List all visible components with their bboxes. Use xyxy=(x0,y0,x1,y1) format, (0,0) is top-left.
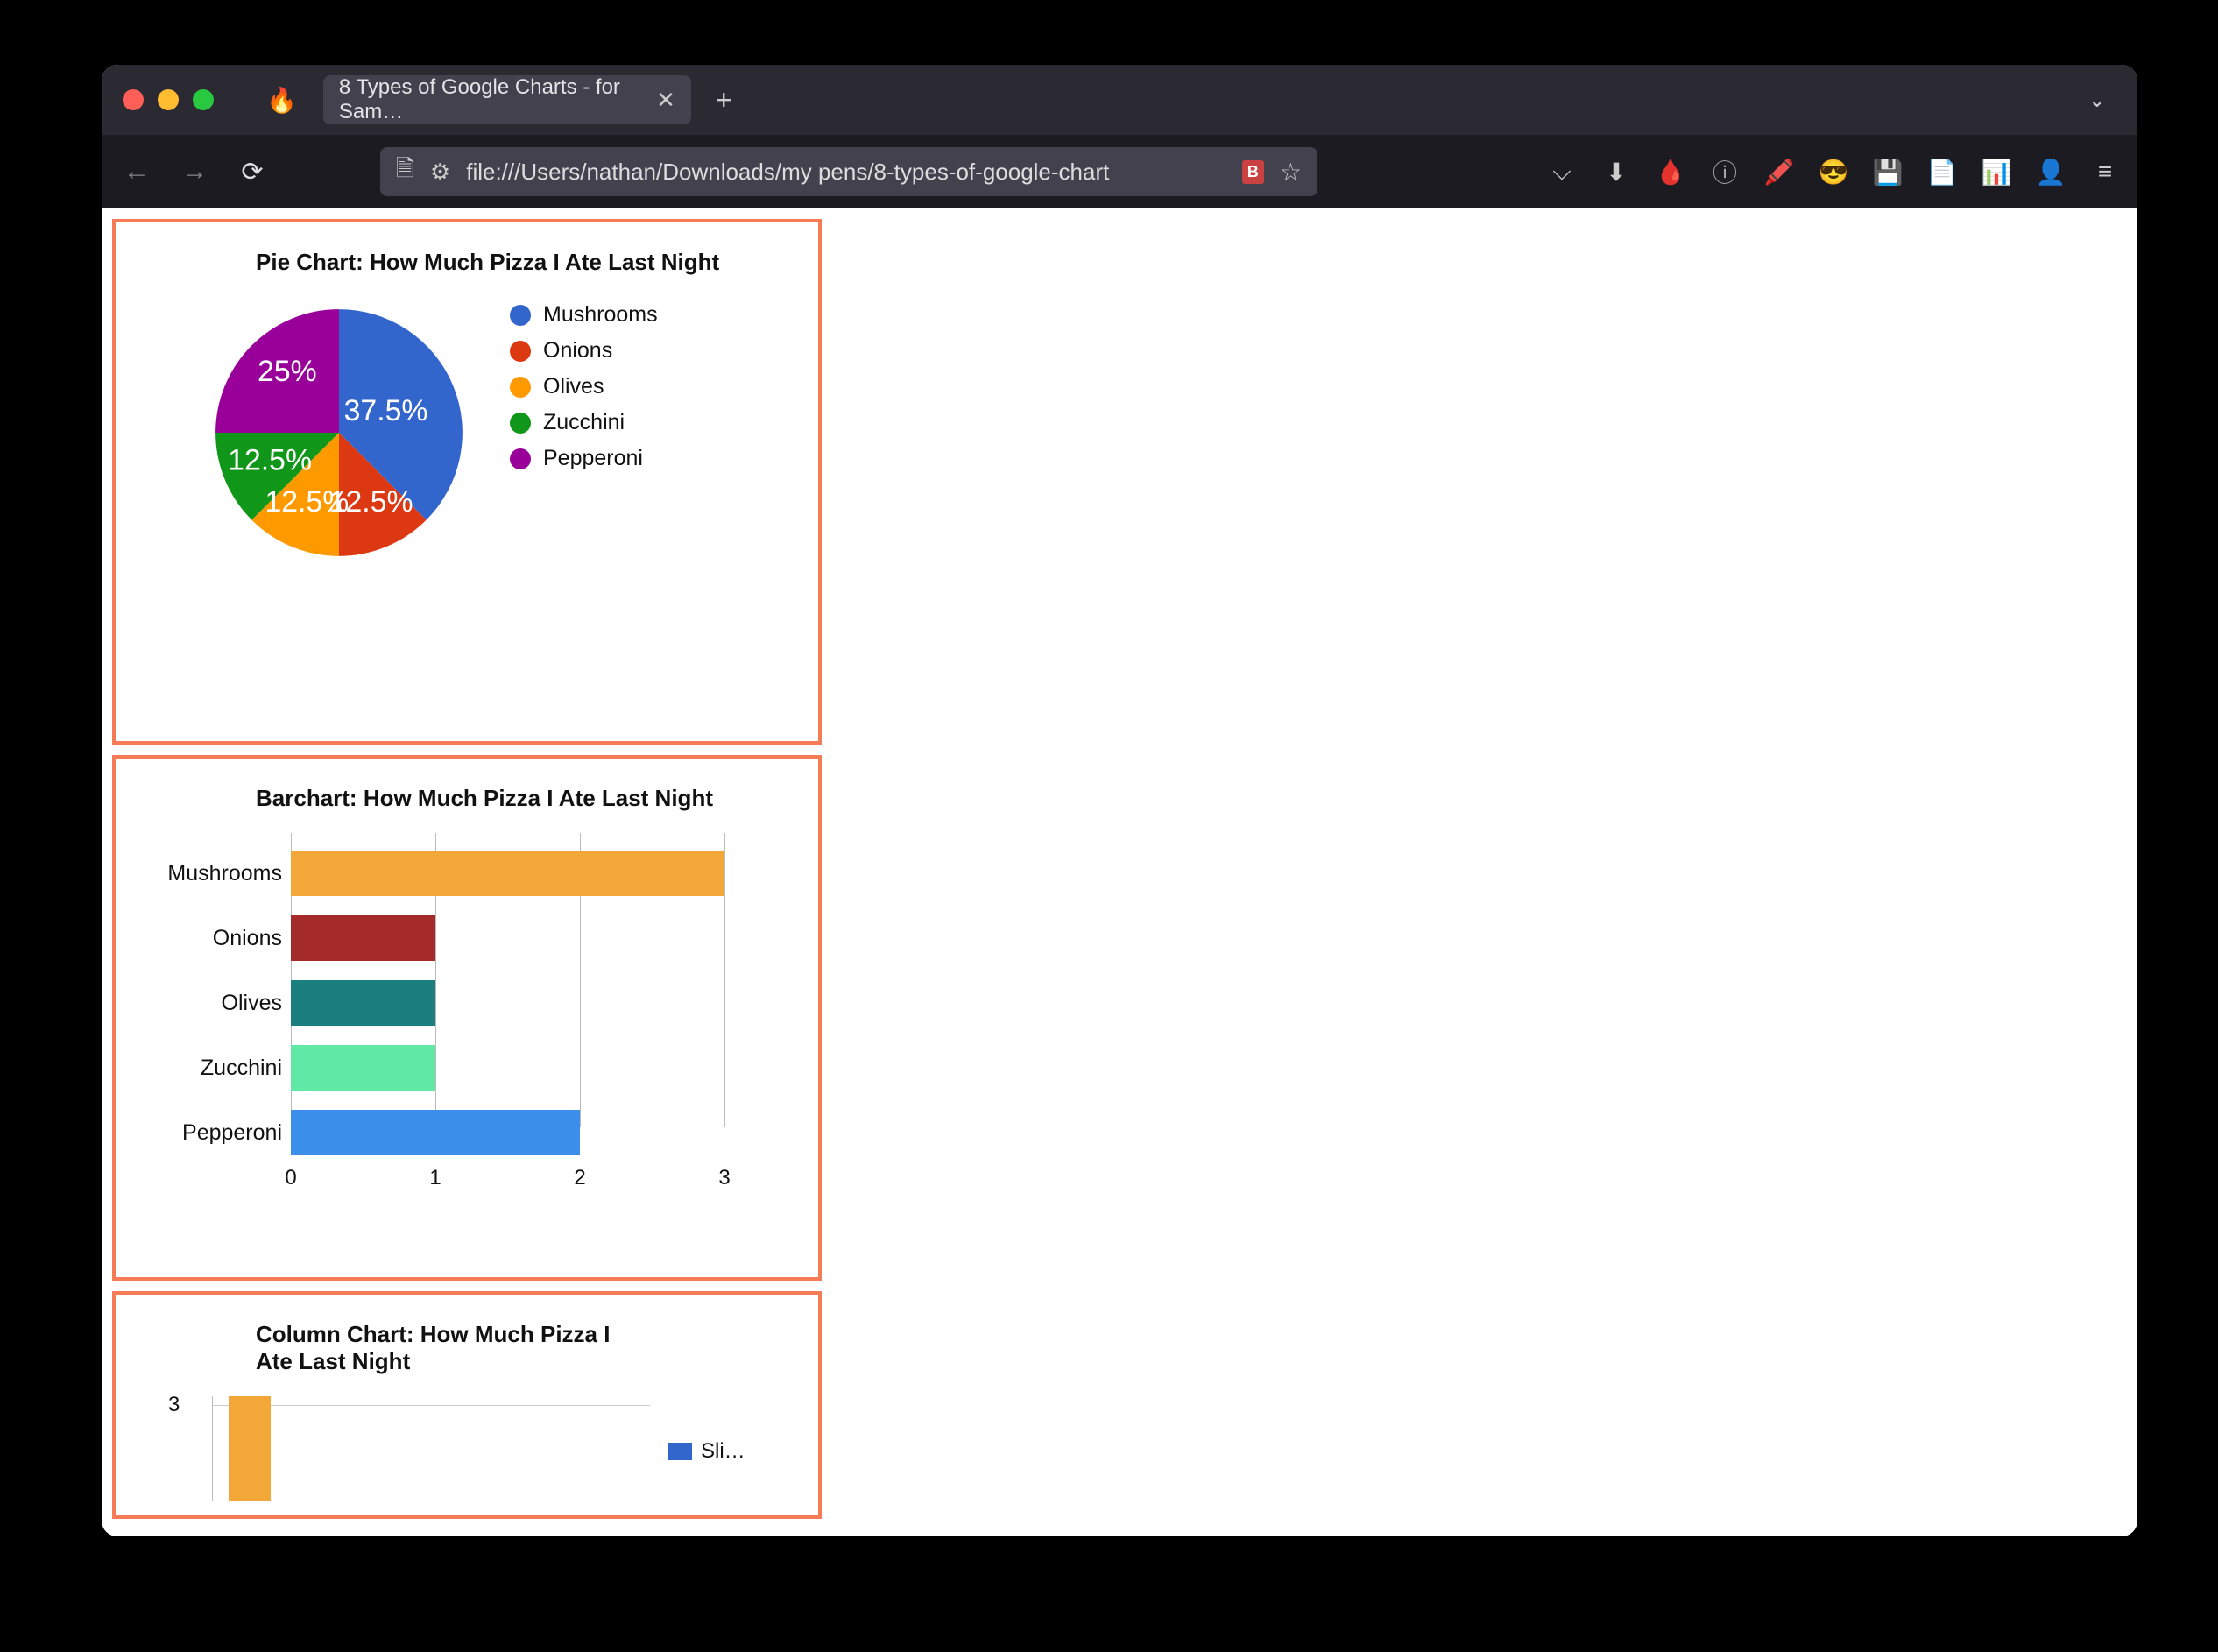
maximize-window-button[interactable] xyxy=(193,89,214,110)
downloads-icon[interactable]: ⬇ xyxy=(1601,157,1631,187)
firefox-icon: 🔥 xyxy=(266,86,297,115)
pie-legend: Mushrooms Onions Olives Zucchini Peppero… xyxy=(510,302,658,568)
address-bar[interactable]: 🗎 ⚙ file:///Users/nathan/Downloads/my pe… xyxy=(380,147,1317,196)
extension-icon-1[interactable]: 🩸 xyxy=(1656,157,1685,187)
pie-chart-title: Pie Chart: How Much Pizza I Ate Last Nig… xyxy=(256,249,783,276)
tab-title: 8 Types of Google Charts - for Sam… xyxy=(339,75,646,124)
browser-window: 🔥 8 Types of Google Charts - for Sam… ✕ … xyxy=(102,65,2137,1536)
legend-item[interactable]: Olives xyxy=(510,374,658,399)
url-text: file:///Users/nathan/Downloads/my pens/8… xyxy=(466,159,1226,186)
bar-zucchini[interactable] xyxy=(291,1045,435,1091)
legend-label: Olives xyxy=(543,374,604,399)
bar-mushrooms[interactable] xyxy=(291,851,724,896)
column-chart-title: Column Chart: How Much Pizza I Ate Last … xyxy=(256,1321,641,1375)
pie-label-olives: 12.5% xyxy=(265,485,349,519)
legend-label: Onions xyxy=(543,338,612,364)
close-window-button[interactable] xyxy=(123,89,144,110)
toolbar-extensions: ⌵ ⬇ 🩸 ⓘ 🖍️ 😎 💾 📄 📊 👤 ≡ xyxy=(1547,157,2120,187)
tabs-dropdown-icon[interactable]: ⌄ xyxy=(2088,88,2106,113)
legend-swatch xyxy=(510,305,531,326)
legend-swatch xyxy=(668,1443,692,1460)
close-tab-icon[interactable]: ✕ xyxy=(656,87,675,114)
bar-label: Mushrooms xyxy=(159,861,282,886)
pie-chart[interactable]: 37.5% 12.5% 12.5% 12.5% 25% xyxy=(203,297,475,568)
x-tick: 0 xyxy=(285,1166,296,1190)
bar-olives[interactable] xyxy=(291,980,435,1026)
legend-label: Sli… xyxy=(701,1439,745,1464)
bar-label: Zucchini xyxy=(159,1055,282,1081)
extension-icon-6[interactable]: 📄 xyxy=(1927,157,1957,187)
badge-icon[interactable]: B xyxy=(1242,160,1264,184)
legend-item[interactable]: Pepperoni xyxy=(510,446,658,471)
legend-swatch xyxy=(510,377,531,398)
pie-label-pepperoni: 25% xyxy=(258,355,317,388)
extension-icon-4[interactable]: 😎 xyxy=(1819,157,1848,187)
window-controls xyxy=(123,89,214,110)
legend-item[interactable]: Zucchini xyxy=(510,410,658,435)
bar-onions[interactable] xyxy=(291,915,435,961)
bar-label: Onions xyxy=(159,926,282,951)
extension-icon-3[interactable]: 🖍️ xyxy=(1764,157,1794,187)
toolbar: ← → ⟳ 🗎 ⚙ file:///Users/nathan/Downloads… xyxy=(102,135,2137,208)
minimize-window-button[interactable] xyxy=(158,89,179,110)
legend-item[interactable]: Onions xyxy=(510,338,658,364)
reload-button[interactable]: ⟳ xyxy=(235,154,270,189)
tab-strip: 🔥 8 Types of Google Charts - for Sam… ✕ … xyxy=(102,65,2137,135)
pie-label-mushrooms: 37.5% xyxy=(344,394,428,427)
column-chart[interactable]: 3 Sli… xyxy=(168,1396,783,1501)
column-bar-mushrooms[interactable] xyxy=(229,1396,271,1501)
extension-icon-7[interactable]: 📊 xyxy=(1981,157,2011,187)
bar-chart[interactable]: Mushrooms Onions Olives Zucchini xyxy=(168,833,781,1190)
forward-button[interactable]: → xyxy=(177,154,212,189)
bar-chart-container: Barchart: How Much Pizza I Ate Last Nigh… xyxy=(112,755,822,1281)
new-tab-button[interactable]: + xyxy=(716,84,732,116)
bar-chart-title: Barchart: How Much Pizza I Ate Last Nigh… xyxy=(256,785,783,812)
extension-icon-5[interactable]: 💾 xyxy=(1873,157,1903,187)
bookmark-star-icon[interactable]: ☆ xyxy=(1280,158,1302,187)
permissions-icon[interactable]: ⚙ xyxy=(430,159,450,186)
bar-label: Olives xyxy=(159,991,282,1016)
pie-chart-container: Pie Chart: How Much Pizza I Ate Last Nig… xyxy=(112,219,822,745)
y-tick: 3 xyxy=(168,1393,180,1417)
back-button[interactable]: ← xyxy=(119,154,154,189)
column-legend-item[interactable]: Sli… xyxy=(668,1401,745,1501)
legend-label: Mushrooms xyxy=(543,302,658,328)
x-tick: 1 xyxy=(429,1166,441,1190)
legend-swatch xyxy=(510,413,531,434)
page-icon: 🗎 xyxy=(396,152,414,191)
x-tick: 3 xyxy=(718,1166,730,1190)
pocket-icon[interactable]: ⌵ xyxy=(1547,157,1577,187)
legend-swatch xyxy=(510,341,531,362)
bar-pepperoni[interactable] xyxy=(291,1110,580,1155)
x-tick: 2 xyxy=(574,1166,585,1190)
legend-item[interactable]: Mushrooms xyxy=(510,302,658,328)
extension-icon-8[interactable]: 👤 xyxy=(2036,157,2066,187)
page-content: Pie Chart: How Much Pizza I Ate Last Nig… xyxy=(102,208,2137,1536)
column-chart-container: Column Chart: How Much Pizza I Ate Last … xyxy=(112,1291,822,1519)
legend-label: Pepperoni xyxy=(543,446,643,471)
extension-icon-2[interactable]: ⓘ xyxy=(1710,157,1740,187)
legend-swatch xyxy=(510,448,531,469)
bar-label: Pepperoni xyxy=(159,1120,282,1146)
pie-label-zucchini: 12.5% xyxy=(228,443,312,477)
hamburger-menu-icon[interactable]: ≡ xyxy=(2090,157,2120,187)
browser-tab[interactable]: 8 Types of Google Charts - for Sam… ✕ xyxy=(323,75,691,124)
legend-label: Zucchini xyxy=(543,410,625,435)
